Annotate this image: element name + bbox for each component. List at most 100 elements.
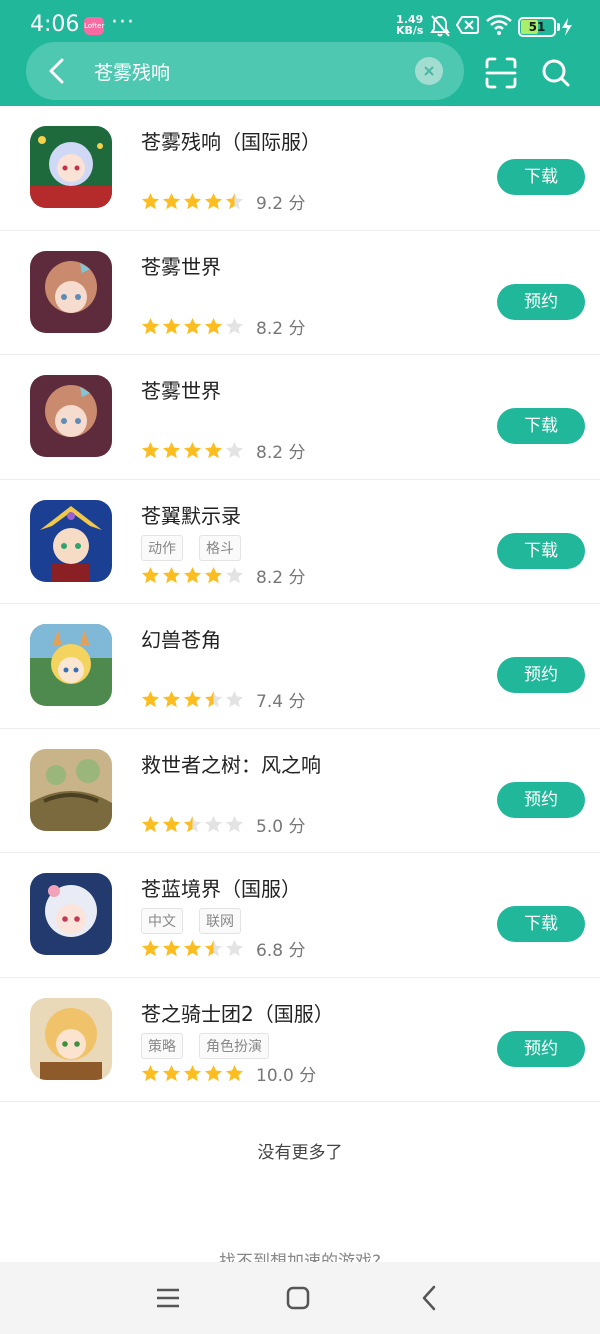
download-button[interactable]: 下载 <box>497 532 585 569</box>
star-full-icon <box>183 192 202 210</box>
star-empty-icon <box>225 939 244 957</box>
rating: 5.0 分 <box>141 812 305 837</box>
star-full-icon <box>141 690 160 708</box>
star-empty-icon <box>225 690 244 708</box>
home-icon[interactable] <box>284 1284 312 1312</box>
star-full-icon <box>183 441 202 459</box>
rating: 10.0 分 <box>141 1061 316 1086</box>
score-text: 5.0 分 <box>256 816 306 837</box>
status-time: 4:06 <box>30 12 80 37</box>
clear-icon[interactable] <box>415 57 443 85</box>
star-full-icon <box>162 192 181 210</box>
back-icon[interactable] <box>44 56 72 86</box>
rating: 8.2 分 <box>141 314 305 339</box>
list-item[interactable]: 幻兽苍角 7.4 分 预约 <box>0 604 600 729</box>
battery-percent: 51 <box>528 20 546 34</box>
more-notifications-icon: ··· <box>111 10 135 35</box>
game-name: 幻兽苍角 <box>141 628 221 652</box>
star-full-icon <box>141 441 160 459</box>
tag: 动作 <box>141 534 183 561</box>
back-nav-icon[interactable] <box>416 1284 444 1312</box>
list-item[interactable]: 苍雾世界 8.2 分 下载 <box>0 355 600 480</box>
star-empty-icon <box>225 441 244 459</box>
search-icon[interactable] <box>541 58 571 88</box>
game-icon[interactable] <box>30 748 112 831</box>
star-rating <box>141 690 246 709</box>
star-rating <box>141 1064 246 1083</box>
star-rating <box>141 815 246 834</box>
reserve-button[interactable]: 预约 <box>497 283 585 320</box>
search-bar[interactable]: 苍雾残响 <box>26 42 464 100</box>
download-button[interactable]: 下载 <box>497 906 585 942</box>
system-nav-bar <box>0 1262 600 1334</box>
reserve-button[interactable]: 预约 <box>497 781 585 818</box>
star-rating <box>141 939 246 958</box>
reserve-button[interactable]: 预约 <box>497 657 585 693</box>
game-icon[interactable] <box>30 873 112 955</box>
game-icon[interactable] <box>30 250 112 333</box>
download-button[interactable]: 下载 <box>497 159 585 195</box>
star-empty-icon <box>225 317 244 334</box>
score-text: 7.4 分 <box>256 692 306 712</box>
tag-list: 策略 角色扮演 <box>141 1032 285 1059</box>
list-item[interactable]: 苍之骑士团2（国服） 策略 角色扮演 10.0 分 预约 <box>0 978 600 1102</box>
score-text: 10.0 分 <box>256 1065 317 1086</box>
star-full-icon <box>183 939 202 957</box>
star-rating <box>141 566 246 585</box>
tag: 角色扮演 <box>199 1032 269 1059</box>
list-item[interactable]: 苍翼默示录 动作 格斗 8.2 分 下载 <box>0 480 600 604</box>
star-rating <box>141 192 246 211</box>
star-full-icon <box>162 441 181 459</box>
mute-bell-icon <box>430 15 450 37</box>
rating: 9.2 分 <box>141 189 305 214</box>
star-half-icon <box>204 690 223 708</box>
star-empty-icon <box>225 566 244 583</box>
star-full-icon <box>141 317 160 334</box>
network-speed-unit: KB/s <box>396 24 424 37</box>
star-full-icon <box>204 192 223 210</box>
list-item[interactable]: 苍雾残响（国际服） 9.2 分 下载 <box>0 106 600 231</box>
reserve-button[interactable]: 预约 <box>497 1030 585 1067</box>
tag: 策略 <box>141 1032 183 1059</box>
star-full-icon <box>162 1064 181 1081</box>
star-full-icon <box>183 317 202 334</box>
rating: 7.4 分 <box>141 687 305 712</box>
scan-icon[interactable] <box>484 56 518 90</box>
wifi-icon <box>486 14 512 35</box>
network-speed: 1.49 KB/s <box>396 14 423 36</box>
star-full-icon <box>141 1064 160 1081</box>
search-input[interactable]: 苍雾残响 <box>94 58 170 85</box>
game-icon[interactable] <box>30 126 112 208</box>
game-name: 苍雾世界 <box>141 254 221 279</box>
game-name: 救世者之树：风之响 <box>141 752 321 777</box>
list-item[interactable]: 苍雾世界 8.2 分 预约 <box>0 231 600 355</box>
tag: 格斗 <box>199 534 241 561</box>
star-rating <box>141 317 246 336</box>
game-icon[interactable] <box>30 624 112 706</box>
game-icon[interactable] <box>30 997 112 1080</box>
game-list: 苍雾残响（国际服） 9.2 分 下载 苍雾世界 8.2 分 预约 苍雾世界 8.… <box>0 106 600 1102</box>
star-full-icon <box>204 441 223 459</box>
rating: 6.8 分 <box>141 936 305 961</box>
download-button[interactable]: 下载 <box>497 408 585 444</box>
score-text: 6.8 分 <box>256 941 306 961</box>
score-text: 9.2 分 <box>256 194 306 214</box>
list-item[interactable]: 救世者之树：风之响 5.0 分 预约 <box>0 729 600 853</box>
star-empty-icon <box>204 815 223 832</box>
star-full-icon <box>204 566 223 583</box>
list-item[interactable]: 苍蓝境界（国服） 中文 联网 6.8 分 下载 <box>0 853 600 978</box>
star-full-icon <box>183 690 202 708</box>
top-header: 4:06 Lofter ··· 1.49 KB/s 51 苍雾残响 <box>0 0 600 106</box>
menu-icon[interactable] <box>154 1284 182 1312</box>
game-name: 苍之骑士团2（国服） <box>141 1001 334 1026</box>
game-name: 苍翼默示录 <box>141 503 241 528</box>
score-text: 8.2 分 <box>256 318 306 339</box>
game-icon[interactable] <box>30 375 112 457</box>
game-name: 苍雾残响（国际服） <box>141 130 321 154</box>
star-half-icon <box>225 192 244 210</box>
game-icon[interactable] <box>30 499 112 582</box>
game-name: 苍雾世界 <box>141 379 221 403</box>
star-full-icon <box>162 815 181 832</box>
star-full-icon <box>141 815 160 832</box>
star-half-icon <box>204 939 223 957</box>
